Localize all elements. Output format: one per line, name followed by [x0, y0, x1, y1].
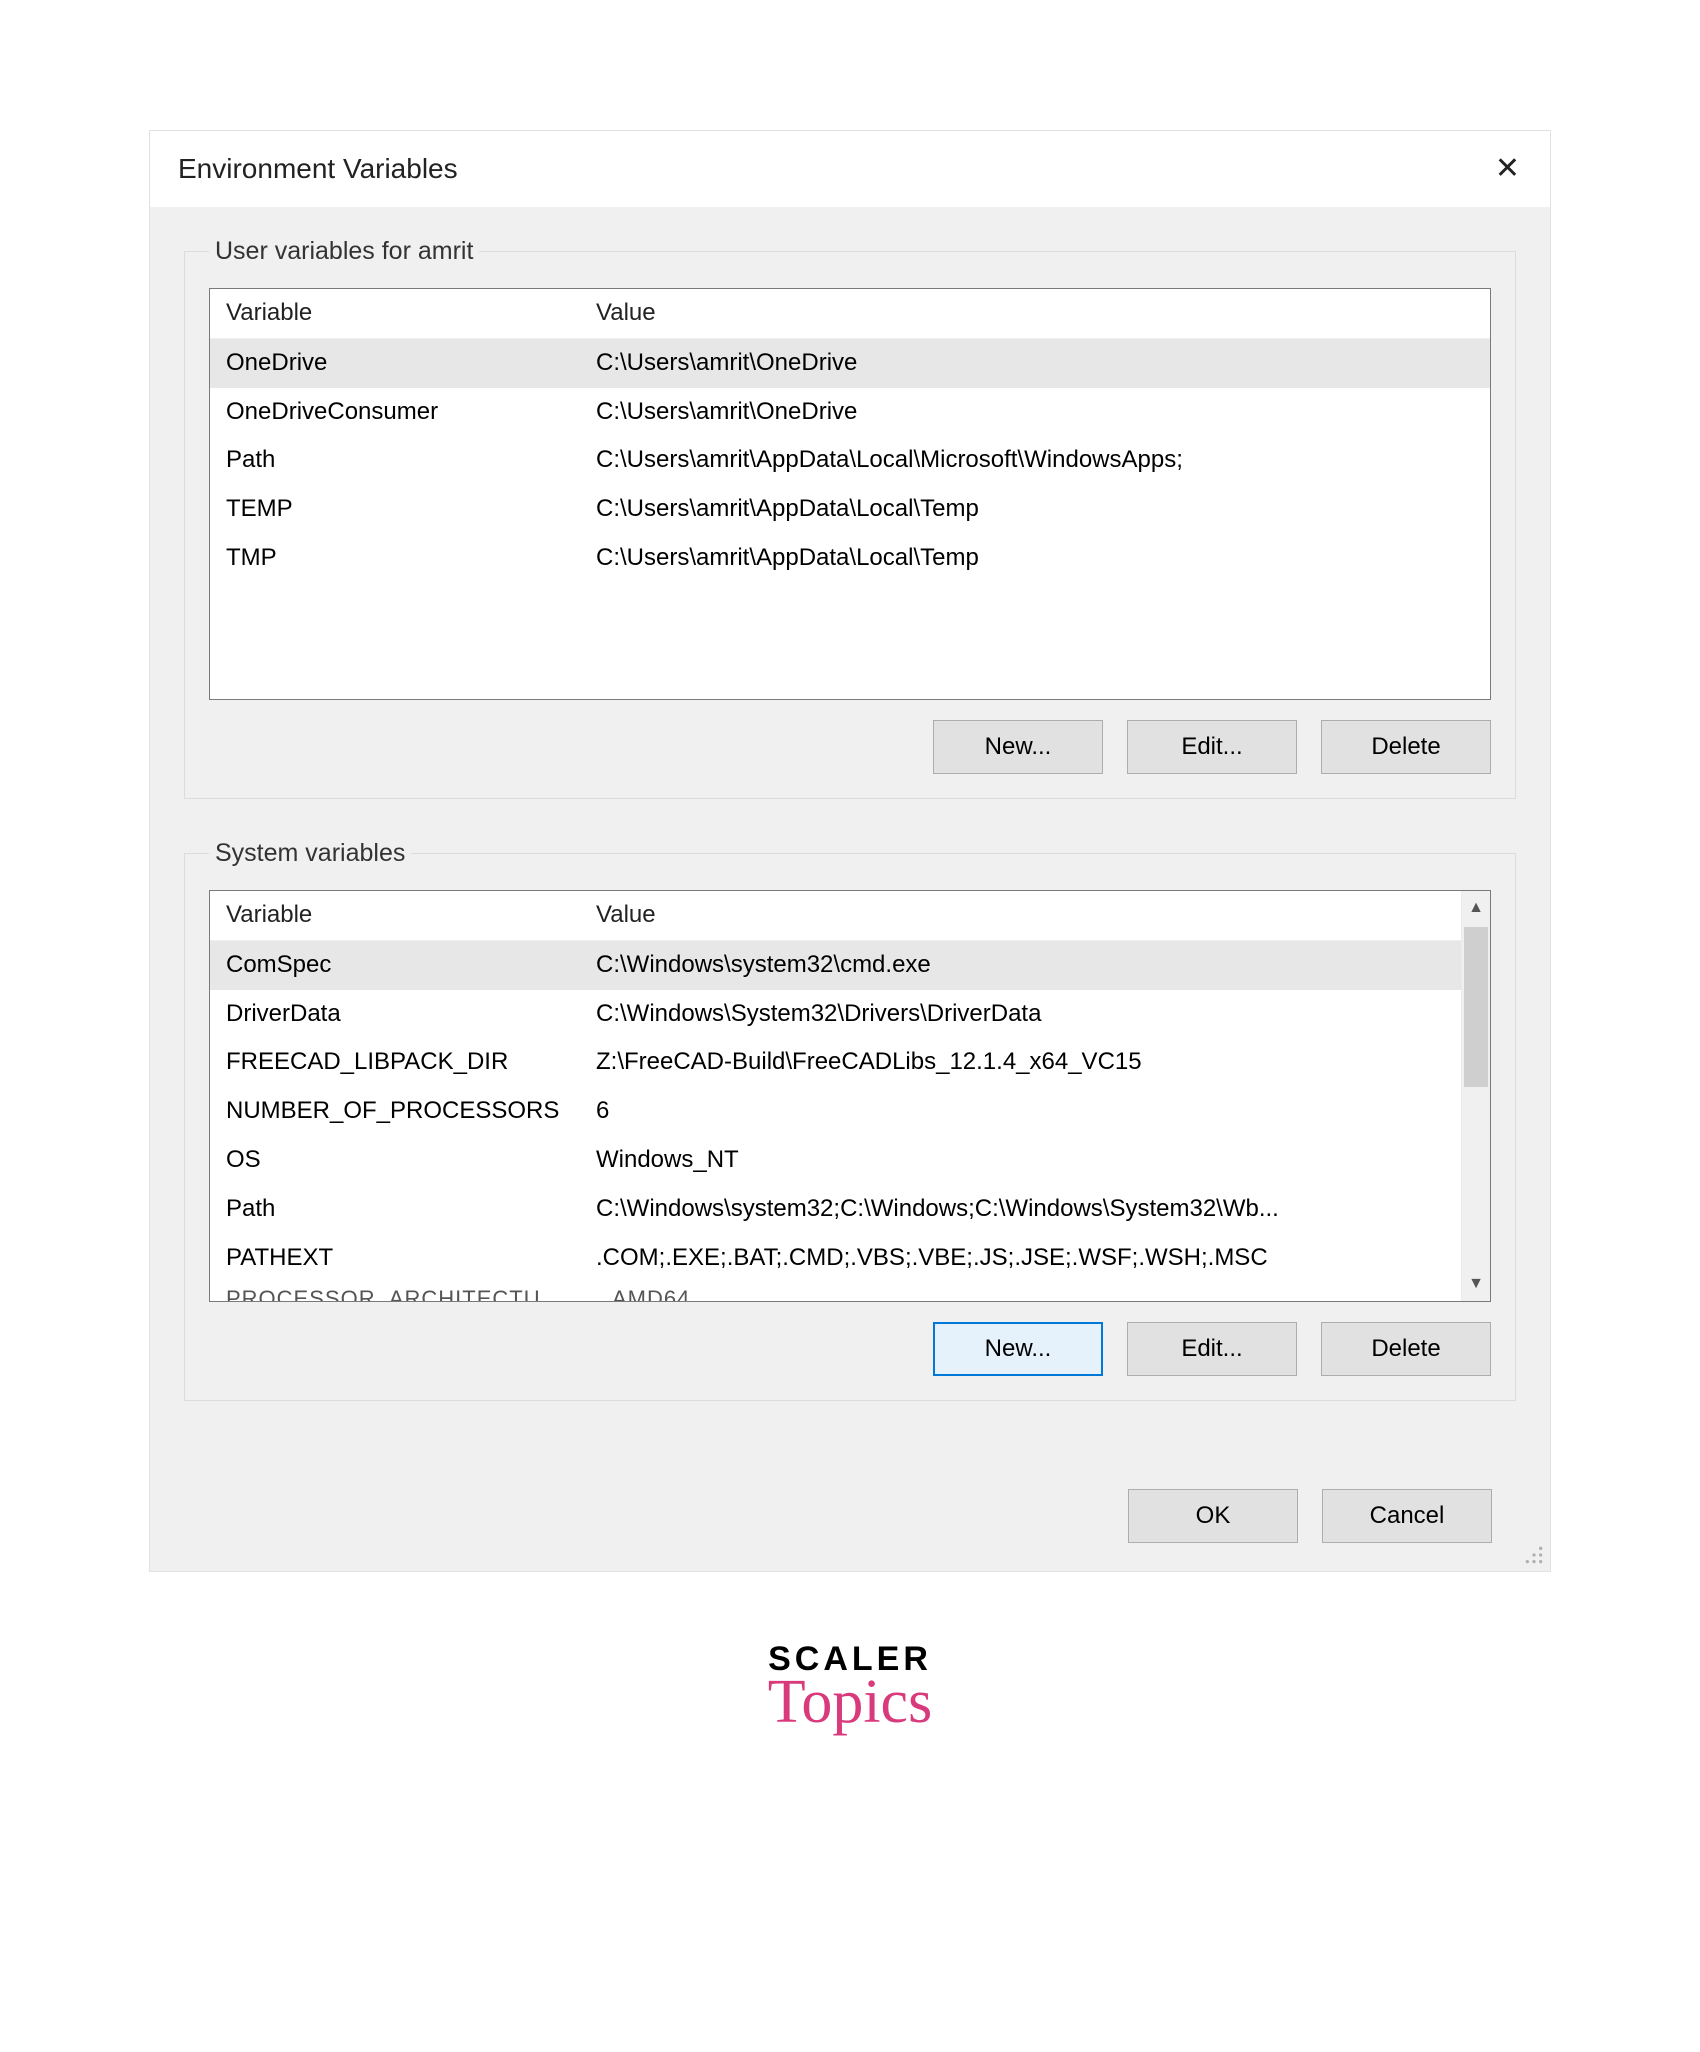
- cell-value: 6: [596, 1097, 1453, 1126]
- system-button-row: New... Edit... Delete: [209, 1322, 1491, 1376]
- table-row[interactable]: TMPC:\Users\amrit\AppData\Local\Temp: [210, 534, 1490, 583]
- cell-value: .COM;.EXE;.BAT;.CMD;.VBS;.VBE;.JS;.JSE;.…: [596, 1244, 1453, 1273]
- dialog-content: User variables for amrit Variable Value …: [150, 207, 1550, 1459]
- user-new-button[interactable]: New...: [933, 720, 1103, 774]
- cell-variable: OS: [218, 1146, 596, 1175]
- scroll-track[interactable]: [1462, 925, 1490, 1267]
- cell-value: C:\Users\amrit\OneDrive: [596, 349, 1482, 378]
- cell-variable: TEMP: [218, 495, 596, 524]
- table-row[interactable]: OneDriveC:\Users\amrit\OneDrive: [210, 339, 1490, 388]
- user-delete-button[interactable]: Delete: [1321, 720, 1491, 774]
- table-row-partial[interactable]: PROCESSOR_ARCHITECTU AMD64: [210, 1282, 1461, 1301]
- user-variables-list[interactable]: Variable Value OneDriveC:\Users\amrit\On…: [209, 288, 1491, 700]
- partial-var: PROCESSOR_ARCHITECTU: [218, 1284, 596, 1301]
- system-header-value[interactable]: Value: [596, 901, 1453, 930]
- cancel-button[interactable]: Cancel: [1322, 1489, 1492, 1543]
- dialog-button-row: OK Cancel: [150, 1459, 1550, 1571]
- user-variables-group: User variables for amrit Variable Value …: [184, 237, 1516, 799]
- table-row[interactable]: OneDriveConsumerC:\Users\amrit\OneDrive: [210, 388, 1490, 437]
- scroll-down-icon[interactable]: ▼: [1462, 1267, 1490, 1301]
- scroll-up-icon[interactable]: ▲: [1462, 891, 1490, 925]
- system-variables-list[interactable]: Variable Value ComSpecC:\Windows\system3…: [209, 890, 1491, 1302]
- cell-variable: DriverData: [218, 1000, 596, 1029]
- user-button-row: New... Edit... Delete: [209, 720, 1491, 774]
- cell-value: C:\Windows\system32;C:\Windows;C:\Window…: [596, 1195, 1453, 1224]
- cell-variable: Path: [218, 446, 596, 475]
- system-variables-group: System variables Variable Value ComSpecC…: [184, 839, 1516, 1401]
- environment-variables-dialog: Environment Variables ✕ User variables f…: [149, 130, 1551, 1572]
- cell-variable: ComSpec: [218, 951, 596, 980]
- cell-variable: NUMBER_OF_PROCESSORS: [218, 1097, 596, 1126]
- cell-variable: OneDrive: [218, 349, 596, 378]
- partial-val: AMD64: [596, 1284, 1453, 1301]
- system-header-variable[interactable]: Variable: [218, 901, 596, 930]
- user-header-value[interactable]: Value: [596, 299, 1482, 328]
- table-row[interactable]: PathC:\Users\amrit\AppData\Local\Microso…: [210, 436, 1490, 485]
- system-delete-button[interactable]: Delete: [1321, 1322, 1491, 1376]
- user-header-variable[interactable]: Variable: [218, 299, 596, 328]
- cell-variable: PATHEXT: [218, 1244, 596, 1273]
- cell-variable: Path: [218, 1195, 596, 1224]
- system-scrollbar[interactable]: ▲ ▼: [1461, 891, 1490, 1301]
- system-list-header: Variable Value: [210, 891, 1461, 941]
- cell-value: C:\Users\amrit\AppData\Local\Temp: [596, 495, 1482, 524]
- user-variables-legend: User variables for amrit: [209, 237, 479, 266]
- branding-sub: Topics: [768, 1670, 932, 1735]
- table-row[interactable]: TEMPC:\Users\amrit\AppData\Local\Temp: [210, 485, 1490, 534]
- cell-variable: FREECAD_LIBPACK_DIR: [218, 1048, 596, 1077]
- table-row[interactable]: DriverDataC:\Windows\System32\Drivers\Dr…: [210, 990, 1461, 1039]
- cell-variable: OneDriveConsumer: [218, 398, 596, 427]
- table-row[interactable]: ComSpecC:\Windows\system32\cmd.exe: [210, 941, 1461, 990]
- window-title: Environment Variables: [178, 153, 458, 185]
- titlebar: Environment Variables ✕: [150, 131, 1550, 207]
- system-variables-legend: System variables: [209, 839, 411, 868]
- cell-value: C:\Users\amrit\AppData\Local\Microsoft\W…: [596, 446, 1482, 475]
- cell-value: Windows_NT: [596, 1146, 1453, 1175]
- user-list-header: Variable Value: [210, 289, 1490, 339]
- table-row[interactable]: NUMBER_OF_PROCESSORS6: [210, 1087, 1461, 1136]
- scroll-thumb[interactable]: [1464, 927, 1488, 1087]
- system-new-button[interactable]: New...: [933, 1322, 1103, 1376]
- table-row[interactable]: PathC:\Windows\system32;C:\Windows;C:\Wi…: [210, 1185, 1461, 1234]
- cell-value: Z:\FreeCAD-Build\FreeCADLibs_12.1.4_x64_…: [596, 1048, 1453, 1077]
- resize-grip-icon[interactable]: [1524, 1545, 1544, 1565]
- branding-logo: SCALER Topics: [768, 1642, 932, 1735]
- cell-value: C:\Windows\system32\cmd.exe: [596, 951, 1453, 980]
- table-row[interactable]: FREECAD_LIBPACK_DIRZ:\FreeCAD-Build\Free…: [210, 1038, 1461, 1087]
- system-edit-button[interactable]: Edit...: [1127, 1322, 1297, 1376]
- user-edit-button[interactable]: Edit...: [1127, 720, 1297, 774]
- close-button[interactable]: ✕: [1485, 150, 1530, 188]
- ok-button[interactable]: OK: [1128, 1489, 1298, 1543]
- table-row[interactable]: OSWindows_NT: [210, 1136, 1461, 1185]
- cell-value: C:\Windows\System32\Drivers\DriverData: [596, 1000, 1453, 1029]
- cell-variable: TMP: [218, 544, 596, 573]
- table-row[interactable]: PATHEXT.COM;.EXE;.BAT;.CMD;.VBS;.VBE;.JS…: [210, 1234, 1461, 1283]
- cell-value: C:\Users\amrit\AppData\Local\Temp: [596, 544, 1482, 573]
- cell-value: C:\Users\amrit\OneDrive: [596, 398, 1482, 427]
